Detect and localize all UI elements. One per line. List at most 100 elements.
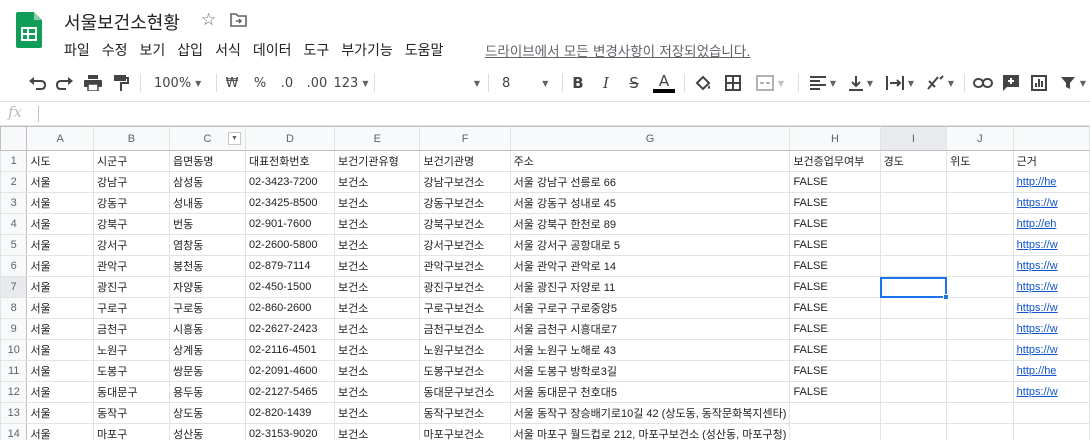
cell[interactable]: 도봉구보건소 <box>419 360 511 382</box>
bold-button[interactable]: B <box>568 72 588 94</box>
cell[interactable]: 보건소 <box>334 423 421 440</box>
row-header[interactable]: 14 <box>0 423 28 440</box>
cell[interactable]: 보건소 <box>334 381 421 403</box>
cell[interactable]: 구로구보건소 <box>419 297 511 319</box>
menu-tools[interactable]: 도구 <box>297 38 335 60</box>
cell[interactable]: FALSE <box>789 360 881 382</box>
cell[interactable]: 강서구보건소 <box>419 234 511 256</box>
cell[interactable]: 삼성동 <box>168 171 246 193</box>
star-icon[interactable]: ☆ <box>201 10 216 30</box>
cell[interactable]: 서울 <box>26 318 94 340</box>
cell[interactable]: 서울 금천구 시흥대로7 <box>509 318 791 340</box>
menu-view[interactable]: 보기 <box>134 38 172 60</box>
move-folder-icon[interactable] <box>230 12 247 27</box>
row-header[interactable]: 11 <box>0 360 28 382</box>
row-header[interactable]: 12 <box>0 381 28 403</box>
cell[interactable]: 서울 <box>26 402 94 424</box>
column-header[interactable]: A <box>26 126 94 151</box>
cell[interactable] <box>879 381 948 403</box>
cell[interactable] <box>879 318 948 340</box>
cell[interactable]: 시흥동 <box>168 318 246 340</box>
cell[interactable]: 읍면동명 <box>168 150 246 172</box>
cell[interactable] <box>879 255 948 277</box>
row-header[interactable]: 4 <box>0 213 28 235</box>
column-header[interactable]: H <box>789 126 881 151</box>
cell[interactable]: 구로구 <box>92 297 170 319</box>
cell[interactable]: 자양동 <box>168 276 246 298</box>
cell[interactable]: 서울 구로구 구로중앙5 <box>509 297 791 319</box>
cell[interactable]: 보건기관유형 <box>334 150 421 172</box>
cell[interactable]: 보건소 <box>334 234 421 256</box>
cell[interactable]: 보건소 <box>334 213 421 235</box>
cell[interactable]: 주소 <box>509 150 791 172</box>
cell[interactable]: 서울 강북구 한천로 89 <box>509 213 791 235</box>
font-family-select[interactable]: ▼ <box>380 72 480 94</box>
row-header[interactable]: 2 <box>0 171 28 193</box>
cell[interactable]: 관악구 <box>92 255 170 277</box>
cell[interactable]: 보건증업무여부 <box>789 150 881 172</box>
menu-addons[interactable]: 부가기능 <box>335 38 399 60</box>
cell[interactable]: 서울 <box>26 276 94 298</box>
text-rotation-icon[interactable]: ▼ <box>922 72 958 94</box>
cell[interactable]: 봉천동 <box>168 255 246 277</box>
cell[interactable] <box>946 213 1014 235</box>
cell[interactable]: 보건소 <box>334 255 421 277</box>
cell[interactable]: 서울 동대문구 천호대5 <box>509 381 791 403</box>
active-cell[interactable] <box>879 276 948 298</box>
cell[interactable]: 서울 <box>26 192 94 214</box>
cell[interactable]: 강남구 <box>92 171 170 193</box>
cell[interactable] <box>879 171 948 193</box>
cell[interactable]: 광진구보건소 <box>419 276 511 298</box>
cell[interactable] <box>946 255 1014 277</box>
cell[interactable]: 02-3425-8500 <box>244 192 336 214</box>
cell[interactable]: FALSE <box>789 297 881 319</box>
cell[interactable]: FALSE <box>789 171 881 193</box>
cell[interactable]: https://w <box>1012 192 1090 214</box>
column-header[interactable] <box>1012 126 1090 151</box>
merge-cells-icon[interactable]: ▼ <box>750 72 790 94</box>
column-header[interactable]: B <box>92 126 170 151</box>
cell[interactable] <box>1012 423 1090 440</box>
row-header[interactable]: 10 <box>0 339 28 361</box>
cell[interactable] <box>879 423 948 440</box>
cell[interactable]: 02-3423-7200 <box>244 171 336 193</box>
cell[interactable] <box>946 360 1014 382</box>
column-header[interactable]: G <box>509 126 791 151</box>
cell[interactable]: 관악구보건소 <box>419 255 511 277</box>
cell[interactable]: 02-2600-5800 <box>244 234 336 256</box>
filter-dropdown-icon[interactable]: ▼ <box>227 132 241 145</box>
cell[interactable]: 노원구보건소 <box>419 339 511 361</box>
more-formats-select[interactable]: 123 ▼ <box>332 72 370 94</box>
cell[interactable]: FALSE <box>789 213 881 235</box>
cell[interactable]: 대표전화번호 <box>244 150 336 172</box>
menu-format[interactable]: 서식 <box>209 38 247 60</box>
cell[interactable]: 서울 <box>26 255 94 277</box>
cell[interactable]: 동대문구보건소 <box>419 381 511 403</box>
cell[interactable]: 동작구보건소 <box>419 402 511 424</box>
cell[interactable]: 동대문구 <box>92 381 170 403</box>
cell[interactable]: 경도 <box>879 150 948 172</box>
filter-icon[interactable]: ▼ <box>1056 72 1090 94</box>
cell[interactable] <box>946 423 1014 440</box>
cell[interactable]: 서울 광진구 자양로 11 <box>509 276 791 298</box>
cell[interactable]: 서울 <box>26 423 94 440</box>
cell[interactable]: 강북구 <box>92 213 170 235</box>
cell[interactable]: 서울 <box>26 234 94 256</box>
cell[interactable]: 02-2627-2423 <box>244 318 336 340</box>
insert-comment-icon[interactable] <box>1000 72 1022 94</box>
borders-icon[interactable] <box>722 72 744 94</box>
row-header[interactable]: 13 <box>0 402 28 424</box>
cell[interactable]: 근거 <box>1012 150 1090 172</box>
cell[interactable]: https://w <box>1012 255 1090 277</box>
cell[interactable] <box>946 318 1014 340</box>
cell[interactable]: http://eh <box>1012 213 1090 235</box>
save-status-link[interactable]: 드라이브에서 모든 변경사항이 저장되었습니다. <box>485 40 751 60</box>
cell[interactable]: 02-860-2600 <box>244 297 336 319</box>
cell[interactable]: 상도동 <box>168 402 246 424</box>
cell[interactable]: http://he <box>1012 171 1090 193</box>
text-wrapping-icon[interactable]: ▼ <box>882 72 918 94</box>
cell[interactable]: 02-2116-4501 <box>244 339 336 361</box>
cell[interactable]: 도봉구 <box>92 360 170 382</box>
cell[interactable]: 시도 <box>26 150 94 172</box>
cell[interactable] <box>946 402 1014 424</box>
